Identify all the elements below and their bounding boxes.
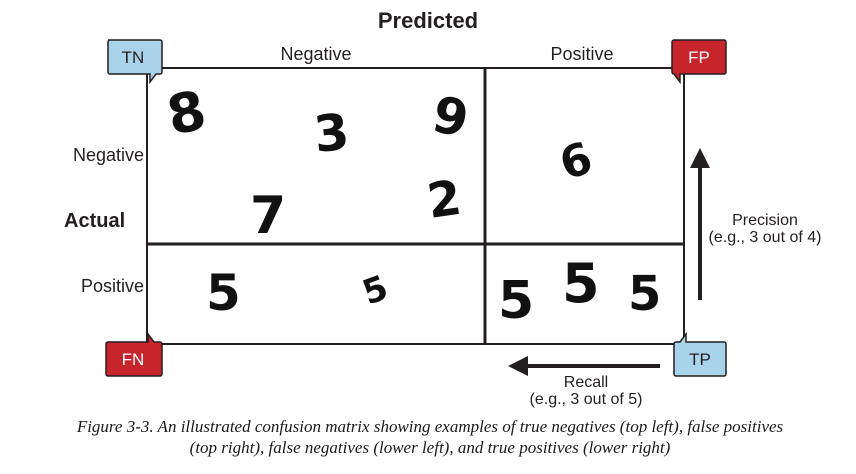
digit-tn-3: 9 bbox=[428, 85, 474, 149]
recall-arrow bbox=[508, 356, 660, 376]
caption-line-2: (top right), false negatives (lower left… bbox=[189, 438, 671, 457]
digit-fp-1: 6 bbox=[554, 132, 599, 190]
digit-fn-2: 5 bbox=[357, 268, 393, 314]
digit-tp-3: 5 bbox=[628, 266, 661, 322]
digit-tp-2: 5 bbox=[562, 252, 600, 315]
digit-tn-2: 3 bbox=[311, 103, 352, 164]
recall-note: Recall (e.g., 3 out of 5) bbox=[518, 374, 654, 408]
caption-line-1: Figure 3-3. An illustrated confusion mat… bbox=[76, 417, 784, 436]
precision-label: Precision bbox=[732, 212, 798, 229]
precision-note: Precision (e.g., 3 out of 4) bbox=[700, 212, 830, 246]
precision-example: (e.g., 3 out of 4) bbox=[708, 229, 822, 246]
tn-badge-label: TN bbox=[122, 48, 145, 67]
figure-caption: Figure 3-3. An illustrated confusion mat… bbox=[30, 416, 830, 458]
fn-badge-label: FN bbox=[122, 350, 145, 369]
fp-badge-label: FP bbox=[688, 48, 710, 67]
tp-badge-label: TP bbox=[689, 350, 711, 369]
recall-label: Recall bbox=[563, 374, 609, 391]
tp-badge: TP bbox=[673, 331, 727, 377]
tn-badge: TN bbox=[107, 39, 163, 85]
digit-fn-1: 5 bbox=[206, 264, 241, 322]
recall-example: (e.g., 3 out of 5) bbox=[529, 391, 643, 408]
fp-badge: FP bbox=[671, 39, 727, 85]
digit-tp-1: 5 bbox=[498, 271, 534, 331]
digit-tn-1: 8 bbox=[162, 78, 212, 147]
digit-tn-4: 7 bbox=[250, 186, 286, 246]
fn-badge: FN bbox=[105, 331, 163, 377]
digit-tn-5: 2 bbox=[424, 170, 465, 230]
